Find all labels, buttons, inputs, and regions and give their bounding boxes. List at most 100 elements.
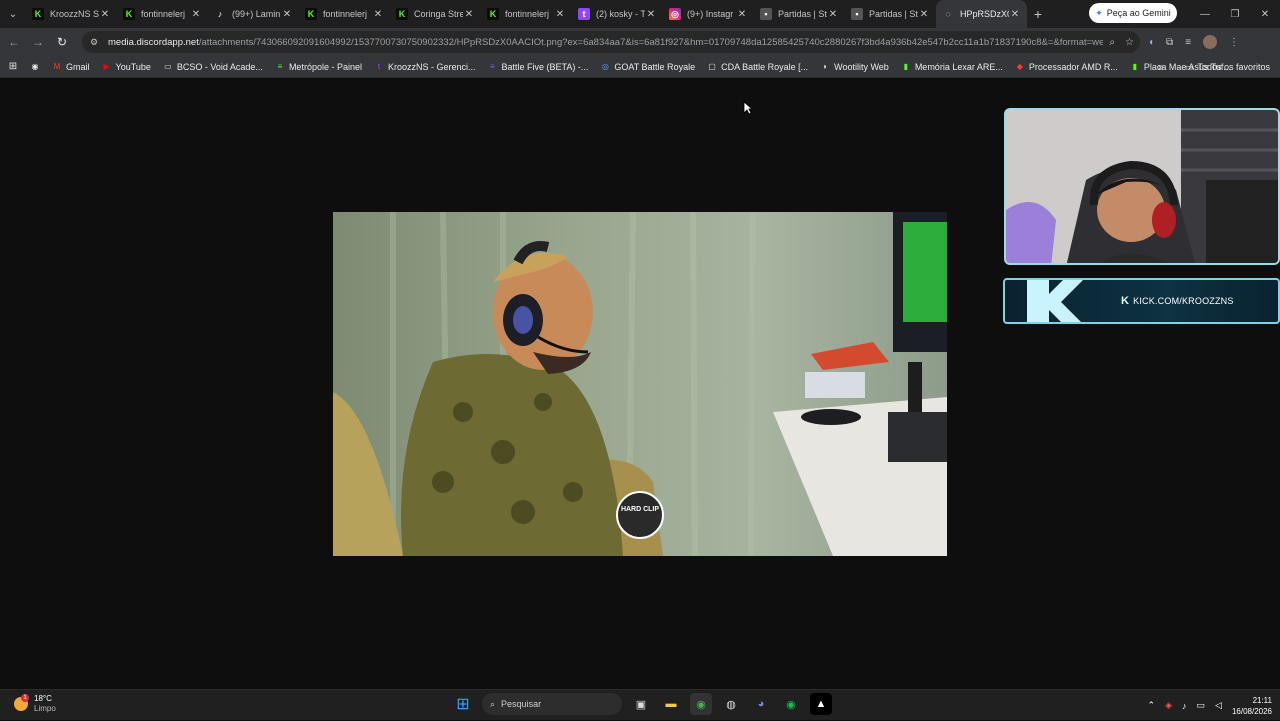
tab-5[interactable]: Kfontinnelerj ✕: [481, 0, 572, 28]
spotify-icon[interactable]: ◉: [780, 693, 802, 715]
tab-1[interactable]: Kfontinnelerj ✕: [117, 0, 208, 28]
bookmark-item[interactable]: ≡ Metrópole - Painel: [269, 56, 368, 78]
wootility-icon: ◗: [822, 62, 828, 71]
bookmark-item[interactable]: ▮ Memória Lexar ARE...: [895, 56, 1009, 78]
extensions-icon[interactable]: ⧉: [1166, 37, 1173, 48]
kick-url[interactable]: K KICK.COM/KROOZZNS: [1121, 295, 1234, 307]
instagram-icon: ◎: [669, 8, 681, 20]
bookmark-star-icon[interactable]: ☆: [1125, 37, 1134, 48]
bookmark-item[interactable]: ≡ Battle Five (BETA) -...: [482, 56, 595, 78]
weather-widget[interactable]: 1 18°C Limpo: [14, 694, 56, 714]
tab-close-icon[interactable]: ✕: [99, 9, 111, 20]
obs-icon[interactable]: ◍: [720, 693, 742, 715]
tab-title: fontinnelerj: [505, 9, 550, 19]
tab-6[interactable]: t (2) kosky - T ✕: [572, 0, 663, 28]
file-explorer-icon[interactable]: ▬: [660, 693, 682, 715]
clock-date: 16/08/2026: [1231, 706, 1272, 716]
tab-title: Coringa Stre: [414, 9, 463, 19]
minimize-icon[interactable]: —: [1190, 0, 1220, 28]
bookmarks-more-icon[interactable]: »: [1158, 56, 1164, 78]
bookmark-item[interactable]: ◆ Processador AMD R...: [1009, 56, 1124, 78]
tab-7[interactable]: ◎ (9+) Instagr ✕: [663, 0, 754, 28]
tray-chevron-icon[interactable]: ⌃: [1148, 700, 1156, 711]
tab-3[interactable]: Kfontinnelerj ✕: [299, 0, 390, 28]
displayed-image[interactable]: HARD CLIP: [333, 212, 947, 556]
tab-close-icon[interactable]: ✕: [463, 9, 475, 20]
microphone-icon[interactable]: ♪: [1182, 701, 1187, 711]
gemini-label: Peça ao Gemini: [1106, 8, 1171, 18]
clock[interactable]: 21:11 16/08/2026: [1232, 695, 1272, 717]
taskbar-search[interactable]: ⌕ Pesquisar: [482, 693, 622, 715]
discord-icon[interactable]: ◕: [750, 693, 772, 715]
hard-clip-watermark: [616, 491, 664, 539]
tab-close-icon[interactable]: ✕: [918, 9, 930, 20]
goat-icon: ◎: [601, 62, 609, 71]
bookmark-list: ◉ M Gmail ▶ YouTube ▭ BCSO - Void Acade... ≡ Met…: [24, 56, 1237, 78]
zoom-icon[interactable]: ⌕: [1109, 37, 1115, 48]
weather-badge: 1: [21, 694, 29, 702]
weather-icon: 1: [14, 694, 29, 711]
all-bookmarks-button[interactable]: ▭ Todos os favoritos: [1185, 56, 1270, 78]
bookmark-item[interactable]: ◎ GOAT Battle Royale: [594, 56, 701, 78]
tab-close-icon[interactable]: ✕: [736, 9, 748, 20]
tray-app-icon[interactable]: ◈: [1165, 700, 1172, 711]
tab-9[interactable]: ▪ Partidas | St ✕: [845, 0, 936, 28]
chrome-icon[interactable]: ◉: [690, 693, 712, 715]
tab-close-icon[interactable]: ✕: [281, 9, 293, 20]
bookmark-item[interactable]: ◗ Wootility Web: [814, 56, 895, 78]
network-icon[interactable]: ▭: [1197, 700, 1206, 711]
kick-logo-icon: K: [1121, 295, 1130, 307]
apps-grid-icon[interactable]: ⊞: [0, 56, 24, 78]
tab-title: (2) kosky - T: [596, 9, 645, 19]
back-icon[interactable]: ←: [2, 28, 26, 56]
bookmark-item[interactable]: ▭ BCSO - Void Acade...: [157, 56, 269, 78]
volume-icon[interactable]: ◁: [1215, 700, 1222, 711]
tab-close-icon[interactable]: ✕: [554, 9, 566, 20]
tab-0[interactable]: K KroozzNS Sí ✕: [26, 0, 117, 28]
bookmark-label: YouTube: [115, 61, 151, 72]
bookmark-item[interactable]: M Gmail: [46, 56, 96, 78]
weather-temperature: 18°C: [34, 694, 52, 703]
tab-search-chevron-icon[interactable]: ⌄: [0, 0, 26, 28]
tab-close-icon[interactable]: ✕: [372, 9, 384, 20]
address-bar[interactable]: ⚙ media.discordapp.net/attachments/74306…: [82, 31, 1140, 53]
task-view-icon[interactable]: ▣: [630, 693, 652, 715]
tab-title: KroozzNS Sí: [50, 9, 99, 19]
menu-icon[interactable]: ⋮: [1229, 37, 1239, 48]
windows-start-icon[interactable]: ⊞: [452, 693, 474, 715]
reload-icon[interactable]: ↻: [50, 28, 74, 56]
metropole-icon: ≡: [277, 62, 283, 71]
omnibox-actions: ⌕ ☆: [1103, 31, 1134, 53]
tab-close-icon[interactable]: ✕: [190, 9, 202, 20]
restore-icon[interactable]: ❐: [1220, 0, 1250, 28]
browser-toolbar: ← → ↻ ⚙ media.discordapp.net/attachments…: [0, 28, 1280, 56]
tab-2[interactable]: ♪ (99+) Lamin ✕: [208, 0, 299, 28]
media-icon[interactable]: ◖: [1148, 37, 1154, 48]
tab-close-icon[interactable]: ✕: [827, 9, 839, 20]
url-path: /attachments/743066092091604992/15377007…: [198, 36, 1118, 48]
folder-icon: ▭: [164, 62, 172, 71]
app-icon[interactable]: ▲: [810, 693, 832, 715]
site-info-icon[interactable]: ⚙: [90, 37, 102, 48]
bookmark-item[interactable]: t KroozzNS - Gerenci...: [368, 56, 482, 78]
forward-icon[interactable]: →: [26, 28, 50, 56]
tab-10[interactable]: ◌ HPpRSDzX0 ✕: [936, 0, 1027, 28]
webcam-feed-illustration: [1006, 110, 1278, 263]
new-tab-button[interactable]: +: [1027, 6, 1049, 22]
tab-close-icon[interactable]: ✕: [645, 9, 657, 20]
tab-4[interactable]: K Coringa Stre ✕: [390, 0, 481, 28]
bookmark-item[interactable]: ▢ CDA Battle Royale [...: [701, 56, 814, 78]
gemini-button[interactable]: ✦ Peça ao Gemini: [1089, 3, 1177, 23]
media-controls-icon[interactable]: ≡: [1185, 37, 1191, 48]
profile-avatar[interactable]: [1203, 35, 1218, 49]
streamer-webcam: [1004, 108, 1280, 265]
bookmark-label: Battle Five (BETA) -...: [501, 61, 589, 72]
bookmark-label: GOAT Battle Royale: [614, 61, 696, 72]
bookmark-item[interactable]: ▶ YouTube: [96, 56, 157, 78]
bookmark-item[interactable]: ◉: [24, 56, 46, 78]
taskbar-apps: ⊞ ⌕ Pesquisar ▣ ▬ ◉ ◍ ◕ ◉ ▲: [452, 693, 832, 715]
tab-close-icon[interactable]: ✕: [1009, 9, 1021, 20]
tab-8[interactable]: ▪ Partidas | St ✕: [754, 0, 845, 28]
chrome-sync-icon: ◉: [31, 62, 39, 71]
close-window-icon[interactable]: ✕: [1250, 0, 1280, 28]
